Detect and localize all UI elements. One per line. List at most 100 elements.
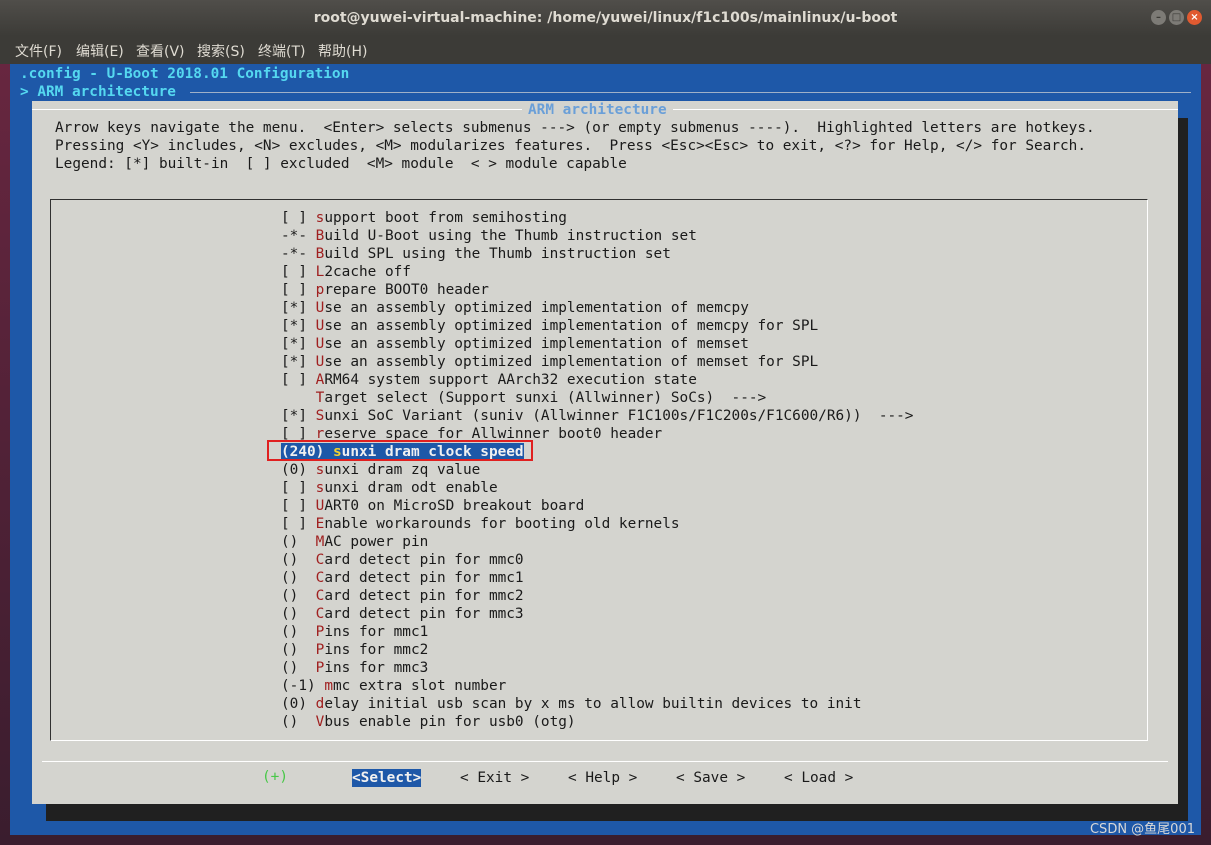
menu-item[interactable]: () MAC power pin xyxy=(281,533,428,551)
menu-search[interactable]: 搜索(S) xyxy=(197,41,245,61)
menu-item-label: upport boot from semihosting xyxy=(324,210,567,226)
menu-item-label: unxi SoC Variant (suniv (Allwinner F1C10… xyxy=(324,408,914,424)
menu-item-prefix: (0) xyxy=(281,462,316,478)
menu-item-label: ard detect pin for mmc3 xyxy=(324,606,524,622)
menu-item-label: ard detect pin for mmc0 xyxy=(324,552,524,568)
menu-item[interactable]: Target select (Support sunxi (Allwinner)… xyxy=(281,389,767,407)
menu-item-prefix: () xyxy=(281,534,316,550)
menu-item-prefix: [*] xyxy=(281,408,316,424)
menu-item-prefix: [*] xyxy=(281,300,316,316)
menu-item[interactable]: [ ] UART0 on MicroSD breakout board xyxy=(281,497,584,515)
menu-item-label: elay initial usb scan by x ms to allow b… xyxy=(324,696,862,712)
menu-item-prefix: () xyxy=(281,642,316,658)
menu-item[interactable]: () Card detect pin for mmc0 xyxy=(281,551,524,569)
config-title: .config - U-Boot 2018.01 Configuration xyxy=(20,66,350,82)
menu-item-prefix: [ ] xyxy=(281,516,316,532)
menu-list[interactable]: [ ] support boot from semihosting -*- Bui… xyxy=(50,199,1148,741)
menu-item[interactable]: (0) sunxi dram zq value xyxy=(281,461,480,479)
menu-item[interactable]: () Card detect pin for mmc3 xyxy=(281,605,524,623)
menu-item[interactable]: [ ] ARM64 system support AArch32 executi… xyxy=(281,371,697,389)
menu-item-prefix: () xyxy=(281,570,316,586)
breadcrumb: > ARM architecture xyxy=(20,84,176,100)
menu-item-prefix: -*- xyxy=(281,228,316,244)
menu-item-prefix: [*] xyxy=(281,318,316,334)
menu-item-label: repare BOOT0 header xyxy=(324,282,489,298)
menu-item[interactable]: [ ] L2cache off xyxy=(281,263,411,281)
menu-item[interactable]: [ ] support boot from semihosting xyxy=(281,209,567,227)
menu-item[interactable]: [*] Use an assembly optimized implementa… xyxy=(281,317,818,335)
menu-item-label: ard detect pin for mmc2 xyxy=(324,588,524,604)
menu-item-label: ART0 on MicroSD breakout board xyxy=(324,498,585,514)
menu-item-label: 2cache off xyxy=(324,264,411,280)
menu-item[interactable]: () Card detect pin for mmc2 xyxy=(281,587,524,605)
terminal-window: root@yuwei-virtual-machine: /home/yuwei/… xyxy=(0,0,1211,845)
menu-item-prefix: [*] xyxy=(281,354,316,370)
menu-item-label: AC power pin xyxy=(324,534,429,550)
menu-item[interactable]: (0) delay initial usb scan by x ms to al… xyxy=(281,695,862,713)
load-button[interactable]: < Load > xyxy=(784,769,853,787)
help-line-3: Legend: [*] built-in [ ] excluded <M> mo… xyxy=(55,156,627,172)
help-line-1: Arrow keys navigate the menu. <Enter> se… xyxy=(55,120,1095,136)
menu-item-label: ins for mmc2 xyxy=(324,642,429,658)
menu-item[interactable]: [*] Sunxi SoC Variant (suniv (Allwinner … xyxy=(281,407,913,425)
menu-item[interactable]: [ ] sunxi dram odt enable xyxy=(281,479,498,497)
button-separator xyxy=(42,761,1168,762)
menu-item-label: uild SPL using the Thumb instruction set xyxy=(324,246,671,262)
menu-item[interactable]: () Pins for mmc3 xyxy=(281,659,428,677)
menu-item-prefix: () xyxy=(281,606,316,622)
menu-edit[interactable]: 编辑(E) xyxy=(76,41,124,61)
menu-item-label: nable workarounds for booting old kernel… xyxy=(324,516,680,532)
window-title: root@yuwei-virtual-machine: /home/yuwei/… xyxy=(313,10,898,26)
save-button[interactable]: < Save > xyxy=(676,769,745,787)
menu-item-label: uild U-Boot using the Thumb instruction … xyxy=(324,228,697,244)
menu-item[interactable]: () Vbus enable pin for usb0 (otg) xyxy=(281,713,576,731)
help-button[interactable]: < Help > xyxy=(568,769,637,787)
menu-item[interactable]: -*- Build U-Boot using the Thumb instruc… xyxy=(281,227,697,245)
menu-item-label: se an assembly optimized implementation … xyxy=(324,318,819,334)
minimize-icon[interactable]: – xyxy=(1151,10,1166,25)
breadcrumb-rule xyxy=(190,92,1191,93)
watermark: CSDN @鱼尾001 xyxy=(1089,822,1195,837)
menu-item-label: arget select (Support sunxi (Allwinner) … xyxy=(324,390,767,406)
menu-item-label: ard detect pin for mmc1 xyxy=(324,570,524,586)
menu-view[interactable]: 查看(V) xyxy=(136,41,185,61)
maximize-icon[interactable]: □ xyxy=(1169,10,1184,25)
menu-item-prefix: [*] xyxy=(281,336,316,352)
menu-item-prefix: () xyxy=(281,714,316,730)
menu-item-prefix: () xyxy=(281,588,316,604)
menu-item-prefix: () xyxy=(281,624,316,640)
menu-item-label: mc extra slot number xyxy=(333,678,507,694)
select-button[interactable]: <Select> xyxy=(352,769,422,787)
close-icon[interactable]: × xyxy=(1187,10,1202,25)
menu-item[interactable]: [*] Use an assembly optimized implementa… xyxy=(281,299,749,317)
menu-item-prefix: [ ] xyxy=(281,282,316,298)
menu-terminal[interactable]: 终端(T) xyxy=(258,41,305,61)
menu-item-prefix: [ ] xyxy=(281,498,316,514)
menu-item-prefix: [ ] xyxy=(281,372,316,388)
menu-item[interactable]: -*- Build SPL using the Thumb instructio… xyxy=(281,245,671,263)
menu-item[interactable]: [*] Use an assembly optimized implementa… xyxy=(281,353,818,371)
menu-item-label: se an assembly optimized implementation … xyxy=(324,354,819,370)
menu-file[interactable]: 文件(F) xyxy=(15,41,62,61)
menu-bar: 文件(F) 编辑(E) 查看(V) 搜索(S) 终端(T) 帮助(H) xyxy=(0,36,1211,64)
menu-item-prefix: () xyxy=(281,660,316,676)
menu-item[interactable]: () Card detect pin for mmc1 xyxy=(281,569,524,587)
more-indicator: (+) xyxy=(262,769,288,785)
menu-item[interactable]: [*] Use an assembly optimized implementa… xyxy=(281,335,749,353)
menu-item-label: unxi dram zq value xyxy=(324,462,481,478)
terminal-area[interactable]: .config - U-Boot 2018.01 Configuration >… xyxy=(10,64,1201,835)
menu-item[interactable]: () Pins for mmc2 xyxy=(281,641,428,659)
help-line-2: Pressing <Y> includes, <N> excludes, <M>… xyxy=(55,138,1087,154)
menu-item[interactable]: [ ] prepare BOOT0 header xyxy=(281,281,489,299)
menu-item[interactable]: [ ] Enable workarounds for booting old k… xyxy=(281,515,680,533)
menuconfig-dialog: ARM architecture Arrow keys navigate the… xyxy=(32,101,1178,804)
menu-help[interactable]: 帮助(H) xyxy=(318,41,367,61)
menu-item[interactable]: (-1) mmc extra slot number xyxy=(281,677,506,695)
menu-item-hotkey: m xyxy=(324,678,333,694)
menu-item-prefix: [ ] xyxy=(281,264,316,280)
menu-item-label: se an assembly optimized implementation … xyxy=(324,300,749,316)
menu-item-label: ins for mmc3 xyxy=(324,660,429,676)
highlight-annotation-box xyxy=(267,440,533,461)
menu-item[interactable]: () Pins for mmc1 xyxy=(281,623,428,641)
exit-button[interactable]: < Exit > xyxy=(460,769,529,787)
